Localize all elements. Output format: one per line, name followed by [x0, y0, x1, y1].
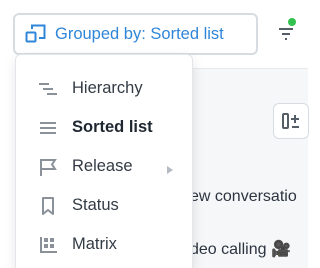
card-title-2[interactable]: deo calling 🎥 — [190, 239, 291, 259]
menu-item-release[interactable]: Release — [16, 147, 192, 186]
board-background — [190, 68, 308, 268]
group-by-icon — [25, 24, 46, 43]
add-column-button[interactable] — [273, 103, 309, 139]
menu-item-sorted-list[interactable]: Sorted list — [16, 108, 192, 147]
hierarchy-icon — [36, 79, 60, 99]
group-by-dropdown-menu: Hierarchy Sorted list Release Status Mat… — [15, 54, 193, 268]
menu-item-label: Matrix — [72, 235, 117, 253]
menu-item-label: Status — [72, 196, 119, 214]
bookmark-icon — [36, 196, 60, 216]
menu-item-hierarchy[interactable]: Hierarchy — [16, 69, 192, 108]
menu-item-label: Release — [72, 157, 133, 175]
matrix-icon — [36, 235, 60, 255]
submenu-arrow-icon — [166, 161, 174, 180]
card-title-1[interactable]: ew conversatio — [190, 188, 297, 206]
grouped-by-label: Grouped by: Sorted list — [55, 24, 224, 43]
add-column-icon — [282, 113, 299, 129]
menu-item-status[interactable]: Status — [16, 186, 192, 225]
menu-item-matrix[interactable]: Matrix — [16, 225, 192, 264]
grouped-by-button[interactable]: Grouped by: Sorted list — [13, 13, 258, 55]
release-flag-icon — [36, 157, 60, 177]
menu-item-label: Hierarchy — [72, 79, 143, 97]
filter-active-indicator — [288, 18, 296, 26]
filter-button[interactable] — [272, 18, 302, 48]
menu-item-label: Sorted list — [72, 118, 153, 136]
sorted-list-icon — [36, 118, 60, 138]
